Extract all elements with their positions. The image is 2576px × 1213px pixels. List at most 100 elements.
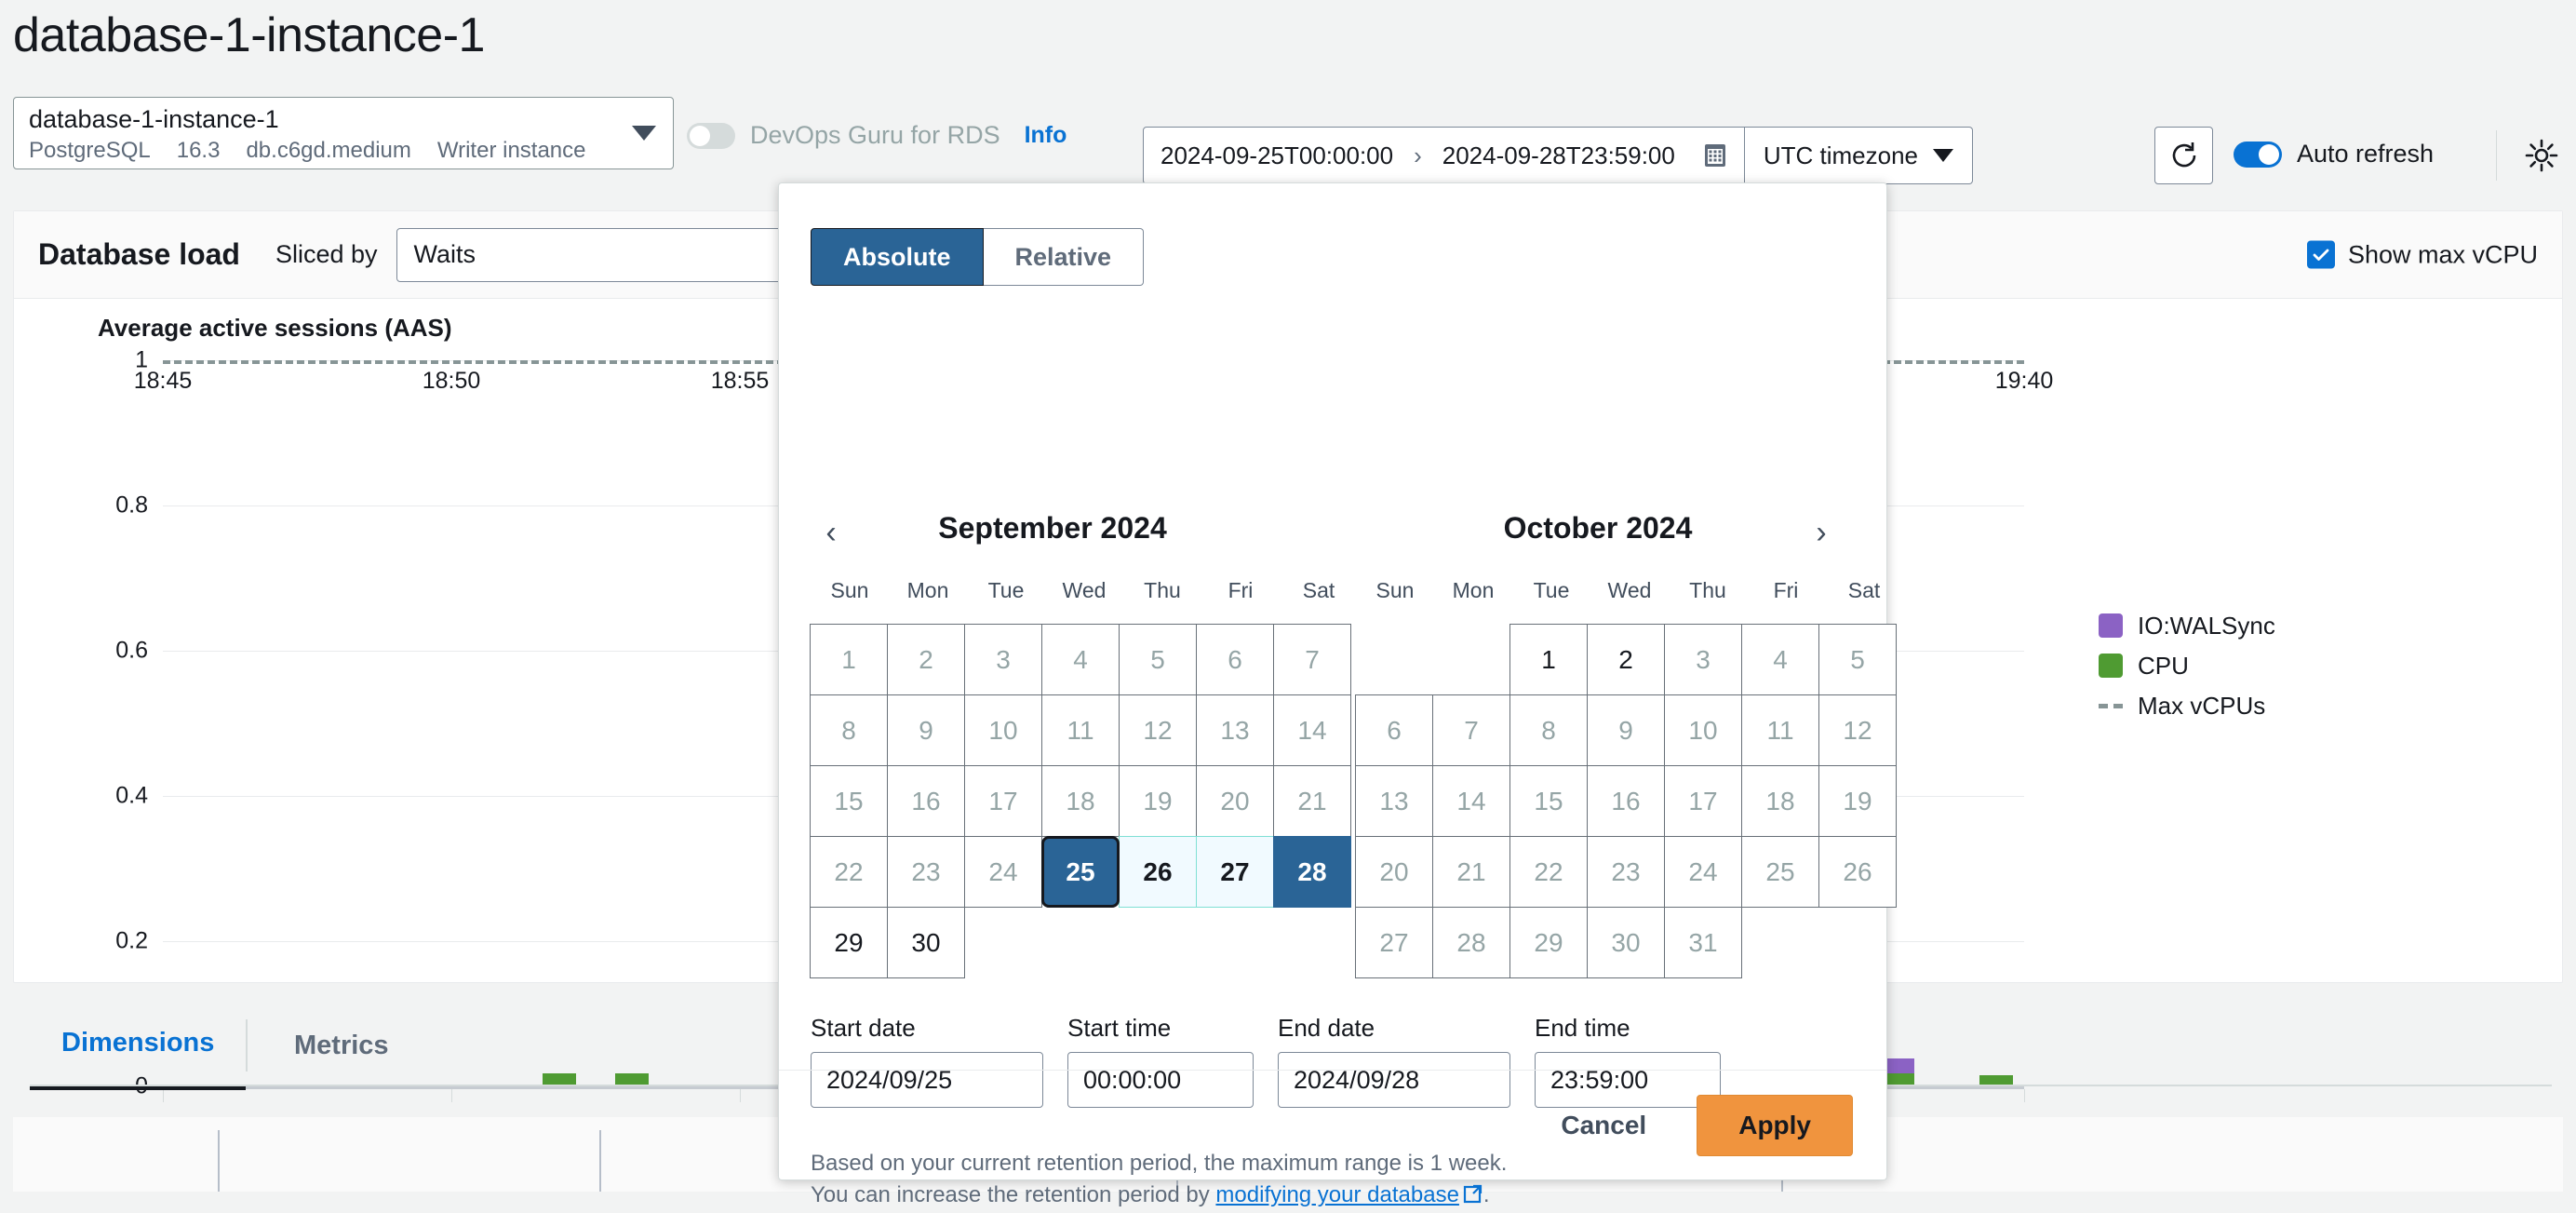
legend-item[interactable]: IO:WALSync	[2099, 612, 2275, 640]
legend-label: CPU	[2138, 651, 2189, 680]
calendar-day[interactable]: 29	[810, 907, 888, 978]
checkmark-icon	[2313, 249, 2329, 261]
calendar-day[interactable]: 1	[1509, 624, 1588, 695]
calendar-day: 9	[887, 694, 965, 766]
calendar-day: 19	[1119, 765, 1197, 837]
field-label: Start time	[1067, 1014, 1172, 1042]
show-max-vcpu-checkbox[interactable]	[2306, 240, 2335, 269]
calendar-week-row: 13 14 15 16 17 18 19	[1355, 765, 1897, 837]
day-of-week-label: Sun	[1375, 578, 1415, 602]
calendar-day: 15	[810, 765, 888, 837]
auto-refresh-label: Auto refresh	[2297, 140, 2435, 168]
legend-swatch-icon	[2099, 613, 2123, 638]
x-axis-tick-label: 18:55	[710, 368, 770, 394]
calendar-day: 12	[1818, 694, 1897, 766]
legend-item[interactable]: Max vCPUs	[2099, 692, 2275, 720]
day-of-week-label: Fri	[1228, 578, 1254, 602]
chart-title: Average active sessions (AAS)	[98, 314, 452, 342]
picker-footer: Cancel Apply	[779, 1070, 1886, 1179]
chart-legend: IO:WALSync CPU Max vCPUs	[2099, 612, 2275, 732]
calendar-day: 3	[1664, 624, 1742, 695]
show-max-vcpu-control[interactable]: Show max vCPU	[2306, 240, 2538, 269]
mode-relative-button[interactable]: Relative	[983, 228, 1145, 286]
calendar-week-row: 20 21 22 23 24 25 26	[1355, 836, 1897, 908]
instance-metadata: PostgreSQL 16.3 db.c6gd.medium Writer in…	[29, 138, 658, 164]
calendar-day: 12	[1119, 694, 1197, 766]
day-of-week-label: Mon	[906, 578, 949, 602]
calendar-day: 27	[1355, 907, 1433, 978]
instance-selector[interactable]: database-1-instance-1 PostgreSQL 16.3 db…	[13, 97, 674, 169]
timezone-label: UTC timezone	[1763, 141, 1919, 169]
tab-divider	[246, 1019, 248, 1071]
timezone-select[interactable]: UTC timezone	[1744, 127, 1974, 184]
tab-dimensions[interactable]: Dimensions	[30, 1001, 247, 1090]
mode-absolute-button[interactable]: Absolute	[811, 228, 984, 286]
info-link[interactable]: Info	[1025, 122, 1067, 149]
calendar-day: 24	[964, 836, 1042, 908]
calendar-weeks: 1 2 3 4 5 6 7 8 9 10 11 12 13 14 15 16 17 18 19 20 21 22 23 24 2…	[1355, 624, 1897, 978]
calendar-day[interactable]: 25	[1041, 836, 1120, 908]
calendar-day: 7	[1273, 624, 1351, 695]
devops-guru-toggle[interactable]	[687, 122, 735, 149]
sliced-by-select[interactable]: Waits	[396, 227, 797, 282]
calendar-day: 8	[810, 694, 888, 766]
y-axis-tick-label: 0.4	[115, 782, 148, 809]
calendar-day: 6	[1355, 694, 1433, 766]
legend-item[interactable]: CPU	[2099, 652, 2275, 680]
instance-class: db.c6gd.medium	[246, 138, 411, 164]
refresh-button[interactable]	[2154, 127, 2213, 184]
calendar-day[interactable]: 26	[1119, 836, 1197, 908]
calendar-day: 21	[1432, 836, 1510, 908]
calendar-day-empty	[1119, 907, 1197, 978]
calendar-day-empty	[1273, 907, 1351, 978]
apply-button[interactable]: Apply	[1697, 1094, 1853, 1156]
tab-metrics[interactable]: Metrics	[262, 1001, 421, 1090]
cancel-button[interactable]: Cancel	[1538, 1098, 1669, 1153]
calendar-day: 20	[1355, 836, 1433, 908]
time-range-display[interactable]: 2024-09-25T00:00:00 › 2024-09-28T23:59:0…	[1143, 127, 1745, 184]
calendar-day: 20	[1196, 765, 1274, 837]
calendar-day: 6	[1196, 624, 1274, 695]
calendar-day-empty	[1041, 907, 1120, 978]
calendar-week-row: 29 30	[810, 907, 1351, 978]
day-of-week-label: Mon	[1452, 578, 1495, 602]
devops-guru-label: DevOps Guru for RDS	[750, 121, 1000, 149]
calendar-day: 13	[1355, 765, 1433, 837]
calendar-icon[interactable]	[1703, 142, 1727, 168]
time-range-control: 2024-09-25T00:00:00 › 2024-09-28T23:59:0…	[1143, 127, 1974, 184]
range-start-value: 2024-09-25T00:00:00	[1161, 141, 1394, 169]
range-end-value: 2024-09-28T23:59:00	[1442, 141, 1675, 169]
performance-insights-page: database-1-instance-1 database-1-instanc…	[0, 0, 2576, 1207]
retention-help-line2: You can increase the retention period by…	[811, 1179, 1507, 1213]
calendar-week-row: 12345	[1355, 624, 1897, 695]
calendar-day: 30	[1587, 907, 1665, 978]
calendar-day-empty	[1432, 624, 1510, 695]
x-axis-tick-label: 19:40	[1994, 368, 2054, 394]
calendar-week-row: 15 16 17 18 19 20 21	[810, 765, 1351, 837]
calendar-day: 7	[1432, 694, 1510, 766]
calendar-day: 2	[887, 624, 965, 695]
calendar-day[interactable]: 2	[1587, 624, 1665, 695]
day-of-week-label: Sat	[1302, 578, 1335, 602]
settings-button[interactable]	[2524, 138, 2559, 178]
calendar-day: 11	[1041, 694, 1120, 766]
calendar-month-title: October 2024	[1503, 511, 1693, 545]
calendar-day[interactable]: 30	[887, 907, 965, 978]
calendar-day: 21	[1273, 765, 1351, 837]
calendar-day-empty	[1355, 624, 1433, 695]
calendar-day: 16	[1587, 765, 1665, 837]
calendar-day: 15	[1509, 765, 1588, 837]
calendar-week-row: 27 28 29 30 31	[1355, 907, 1897, 978]
calendar-day[interactable]: 28	[1273, 836, 1351, 908]
day-of-week-label: Thu	[1144, 578, 1181, 602]
modify-database-link[interactable]: modifying your database	[1215, 1182, 1459, 1207]
day-of-week-label: Sat	[1847, 578, 1881, 602]
calendar-day[interactable]: 27	[1196, 836, 1274, 908]
day-of-week-label: Thu	[1689, 578, 1726, 602]
day-of-week-label: Sun	[830, 578, 869, 602]
calendar-day: 22	[1509, 836, 1588, 908]
auto-refresh-control: Auto refresh	[2234, 140, 2434, 168]
calendar-day: 14	[1432, 765, 1510, 837]
auto-refresh-toggle[interactable]	[2234, 141, 2282, 168]
day-of-week-header: Sun Mon Tue Wed Thu Fri Sat	[811, 578, 1358, 603]
